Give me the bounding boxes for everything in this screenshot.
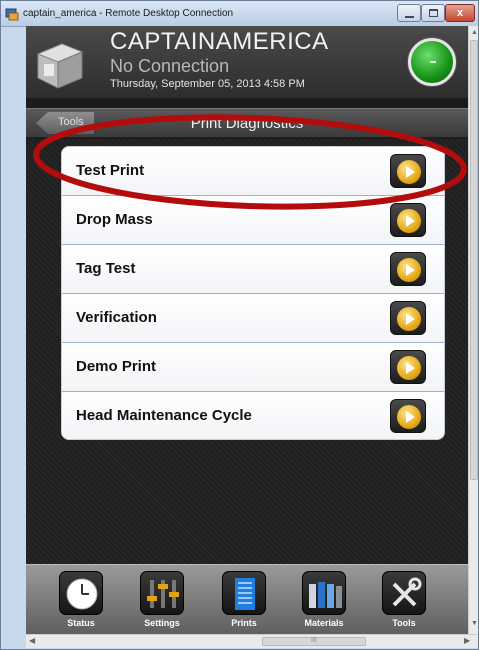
diag-item-tag-test[interactable]: Tag Test (62, 245, 444, 294)
vertical-scroll-thumb[interactable] (470, 40, 478, 480)
diagnostics-list: Test Print Drop Mass Tag Test Verificati… (61, 146, 445, 440)
diag-item-demo-print[interactable]: Demo Print (62, 343, 444, 392)
go-button[interactable] (390, 301, 426, 335)
go-button[interactable] (390, 399, 426, 433)
nav-label: Settings (144, 618, 180, 628)
status-light-icon[interactable] (408, 38, 456, 86)
diag-item-head-maintenance-cycle[interactable]: Head Maintenance Cycle (62, 392, 444, 439)
app-header: CAPTAINAMERICA No Connection Thursday, S… (26, 26, 468, 98)
diag-item-drop-mass[interactable]: Drop Mass (62, 196, 444, 245)
nav-settings[interactable]: Settings (132, 569, 192, 631)
vertical-scrollbar[interactable]: ▲ ▼ (468, 26, 478, 634)
horizontal-scrollbar[interactable]: ◀ III ▶ (26, 634, 478, 648)
play-arrow-icon (406, 313, 415, 325)
nav-prints[interactable]: Prints (214, 569, 274, 631)
nav-label: Status (67, 618, 95, 628)
horizontal-scroll-thumb[interactable]: III (262, 637, 366, 646)
play-arrow-icon (406, 166, 415, 178)
printer-name: CAPTAINAMERICA (110, 28, 329, 55)
window-titlebar[interactable]: captain_america - Remote Desktop Connect… (1, 1, 478, 27)
nav-status[interactable]: Status (51, 569, 111, 631)
go-button[interactable] (390, 154, 426, 188)
cartridges-icon (302, 571, 346, 615)
printer-logo-icon (36, 43, 84, 89)
list-item-label: Test Print (76, 162, 145, 179)
scroll-up-icon[interactable]: ▲ (471, 29, 478, 36)
list-item-label: Demo Print (76, 358, 157, 375)
scroll-right-icon[interactable]: ▶ (464, 636, 470, 645)
scroll-down-icon[interactable]: ▼ (471, 620, 478, 627)
play-arrow-icon (406, 215, 415, 227)
nav-label: Materials (304, 618, 344, 628)
scroll-left-icon[interactable]: ◀ (29, 636, 35, 645)
list-item-label: Drop Mass (76, 211, 153, 228)
clock-icon (59, 571, 103, 615)
play-arrow-icon (406, 264, 415, 276)
document-stack-icon (222, 571, 266, 615)
play-arrow-icon (406, 411, 415, 423)
window-title: captain_america - Remote Desktop Connect… (23, 8, 234, 19)
minimize-button[interactable] (397, 4, 421, 22)
list-item-label: Head Maintenance Cycle (76, 407, 252, 424)
go-button[interactable] (390, 350, 426, 384)
play-arrow-icon (406, 362, 415, 374)
page-title: Print Diagnostics (190, 115, 304, 132)
nav-label: Prints (231, 618, 257, 628)
remote-desktop-icon (5, 8, 19, 21)
nav-materials[interactable]: Materials (294, 569, 354, 631)
bottom-navigation: Status Settings Prints Materials Tools (26, 564, 468, 634)
connection-status: No Connection (110, 56, 230, 76)
diag-item-test-print[interactable]: Test Print (62, 147, 444, 196)
minimize-icon (405, 16, 414, 18)
nav-label: Tools (392, 618, 416, 628)
list-item-label: Verification (76, 309, 157, 326)
maximize-icon (429, 9, 438, 17)
page-subheader: Tools Print Diagnostics (26, 108, 468, 138)
tools-icon (382, 571, 426, 615)
go-button[interactable] (390, 252, 426, 286)
close-icon: x (456, 7, 464, 19)
scroll-grip: III (311, 637, 317, 644)
go-button[interactable] (390, 203, 426, 237)
list-item-label: Tag Test (76, 260, 136, 277)
sliders-icon (140, 571, 184, 615)
nav-tools[interactable]: Tools (374, 569, 434, 631)
maximize-button[interactable] (421, 4, 445, 22)
printer-app: CAPTAINAMERICA No Connection Thursday, S… (26, 26, 468, 634)
diag-item-verification[interactable]: Verification (62, 294, 444, 343)
date-time: Thursday, September 05, 2013 4:58 PM (110, 78, 305, 90)
close-button[interactable]: x (445, 4, 475, 22)
